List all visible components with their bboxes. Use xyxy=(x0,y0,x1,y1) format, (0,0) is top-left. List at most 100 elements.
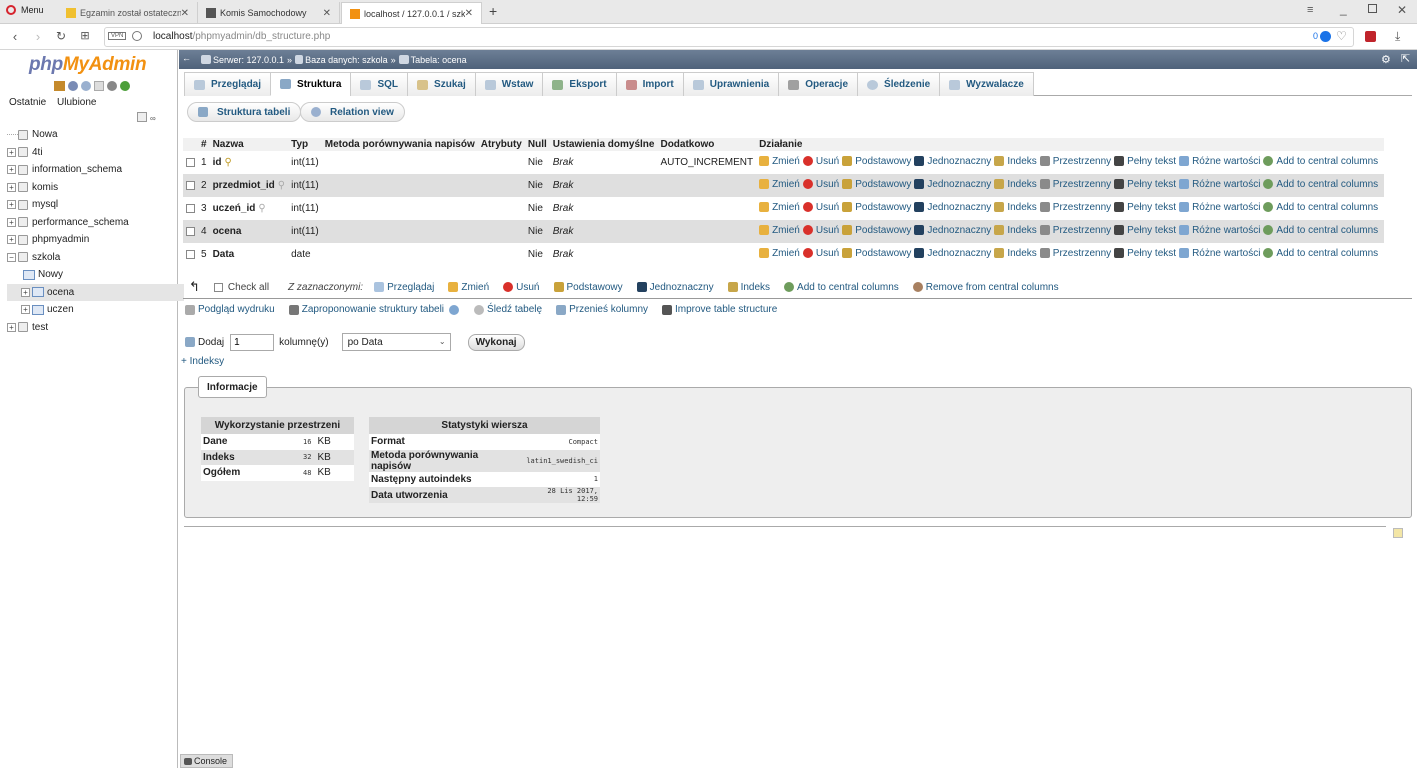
expand-icon[interactable]: + xyxy=(7,165,16,175)
help-icon[interactable] xyxy=(449,304,460,315)
add-column-position-select[interactable]: po Data ⌄ xyxy=(341,333,451,351)
spatial-link[interactable]: Przestrzenny xyxy=(1039,248,1111,259)
track-table-link[interactable]: Śledź tabelę xyxy=(474,304,542,315)
minimize-icon[interactable]: _ xyxy=(1340,2,1347,16)
distinct-values-link[interactable]: Różne wartości xyxy=(1179,225,1260,236)
expand-icon[interactable]: + xyxy=(21,305,30,315)
drop-link[interactable]: Usuń xyxy=(802,202,839,213)
move-columns-link[interactable]: Przenieś kolumny xyxy=(556,304,648,315)
new-tab-plus-icon[interactable]: + xyxy=(489,3,497,19)
close-window-icon[interactable]: ✕ xyxy=(1397,3,1407,17)
tree-db-information-schema[interactable]: + information_schema xyxy=(7,161,177,179)
maximize-icon[interactable] xyxy=(1368,4,1377,13)
phpmyadmin-logo[interactable]: phpMyAdmin xyxy=(29,54,147,76)
index-link[interactable]: Indeks xyxy=(994,248,1037,259)
index-link[interactable]: Indeks xyxy=(994,202,1037,213)
primary-link[interactable]: Podstawowy xyxy=(842,179,911,190)
back-icon[interactable]: ‹ xyxy=(7,29,23,44)
bulk-primary-button[interactable]: Podstawowy xyxy=(553,282,623,293)
index-link[interactable]: Indeks xyxy=(994,225,1037,236)
expand-icon[interactable]: + xyxy=(7,217,16,227)
add-central-columns-link[interactable]: Add to central columns xyxy=(1263,225,1378,236)
close-tab-icon[interactable]: ✕ xyxy=(323,8,331,19)
console-toggle[interactable]: Console xyxy=(180,754,233,768)
reload-nav-icon[interactable] xyxy=(120,81,130,91)
header-name[interactable]: Nazwa xyxy=(209,138,289,151)
indexes-toggle-link[interactable]: + Indeksy xyxy=(181,356,224,367)
favorites-tab[interactable]: Ulubione xyxy=(57,97,96,108)
tree-db-mysql[interactable]: + mysql xyxy=(7,196,177,214)
change-link[interactable]: Zmień xyxy=(759,179,800,190)
breadcrumb-server[interactable]: Serwer: 127.0.0.1 xyxy=(213,55,284,65)
drop-link[interactable]: Usuń xyxy=(802,248,839,259)
breadcrumb-database[interactable]: Baza danych: szkola xyxy=(305,55,388,65)
change-link[interactable]: Zmień xyxy=(759,156,800,167)
tree-db-komis[interactable]: + komis xyxy=(7,179,177,197)
forward-icon[interactable]: › xyxy=(30,29,46,44)
add-central-columns-link[interactable]: Add to central columns xyxy=(1263,156,1378,167)
browser-tab-phpmyadmin[interactable]: localhost / 127.0.0.1 / szk ✕ xyxy=(341,2,482,24)
tree-new-database[interactable]: Nowa xyxy=(7,126,177,144)
logout-icon[interactable] xyxy=(68,81,78,91)
add-central-columns-link[interactable]: Add to central columns xyxy=(1263,248,1378,259)
header-attributes[interactable]: Atrybuty xyxy=(477,138,525,151)
close-tab-icon[interactable]: ✕ xyxy=(181,8,189,19)
help-icon[interactable] xyxy=(81,81,91,91)
change-link[interactable]: Zmień xyxy=(759,202,800,213)
settings-gear-icon[interactable]: ⚙ xyxy=(1381,53,1391,66)
drop-link[interactable]: Usuń xyxy=(802,225,839,236)
settings-gear-icon[interactable] xyxy=(107,81,117,91)
close-tab-icon[interactable]: ✕ xyxy=(465,8,473,19)
tree-db-phpmyadmin[interactable]: + phpmyadmin xyxy=(7,231,177,249)
bulk-browse-button[interactable]: Przeglądaj xyxy=(374,282,434,293)
browser-tab-komis[interactable]: Komis Samochodowy ✕ xyxy=(198,2,340,24)
tab-triggers[interactable]: Wyzwalacze xyxy=(939,72,1034,96)
unique-link[interactable]: Jednoznaczny xyxy=(914,202,991,213)
collapse-all-icon[interactable] xyxy=(137,112,147,122)
adblock-icon[interactable] xyxy=(1320,31,1331,42)
add-column-count-input[interactable] xyxy=(230,333,275,351)
print-view-link[interactable]: Podgląd wydruku xyxy=(185,304,275,315)
spatial-link[interactable]: Przestrzenny xyxy=(1039,156,1111,167)
tree-db-test[interactable]: + test xyxy=(7,319,177,337)
spatial-link[interactable]: Przestrzenny xyxy=(1039,225,1111,236)
tab-structure[interactable]: Struktura xyxy=(270,72,352,96)
primary-link[interactable]: Podstawowy xyxy=(842,248,911,259)
unique-link[interactable]: Jednoznaczny xyxy=(914,248,991,259)
go-button[interactable]: Wykonaj xyxy=(467,333,525,351)
add-central-columns-link[interactable]: Add to central columns xyxy=(1263,202,1378,213)
subtab-table-structure[interactable]: Struktura tabeli xyxy=(187,102,302,122)
bookmark-heart-icon[interactable]: ♡ xyxy=(1336,29,1347,43)
opera-menu-button[interactable]: Menu xyxy=(6,5,44,15)
tree-db-performance-schema[interactable]: + performance_schema xyxy=(7,214,177,232)
tab-import[interactable]: Import xyxy=(615,72,684,96)
propose-structure-link[interactable]: Zaproponowanie struktury tabeli xyxy=(288,304,462,315)
spatial-link[interactable]: Przestrzenny xyxy=(1039,202,1111,213)
distinct-values-link[interactable]: Różne wartości xyxy=(1179,179,1260,190)
expand-icon[interactable]: + xyxy=(7,235,16,245)
reload-icon[interactable]: ↻ xyxy=(53,29,69,43)
tiles-icon[interactable]: ⊞ xyxy=(77,29,93,42)
tab-sql[interactable]: SQL xyxy=(350,72,409,96)
drop-link[interactable]: Usuń xyxy=(802,156,839,167)
spatial-link[interactable]: Przestrzenny xyxy=(1039,179,1111,190)
tab-menu-icon[interactable]: ≡ xyxy=(1307,4,1313,16)
breadcrumb-table[interactable]: Tabela: ocena xyxy=(411,55,467,65)
row-checkbox[interactable] xyxy=(186,249,195,259)
check-all-checkbox[interactable] xyxy=(213,282,223,292)
primary-link[interactable]: Podstawowy xyxy=(842,202,911,213)
docs-icon[interactable] xyxy=(94,81,104,91)
tab-privileges[interactable]: Uprawnienia xyxy=(682,72,780,96)
fulltext-link[interactable]: Pełny tekst xyxy=(1114,179,1176,190)
tab-operations[interactable]: Operacje xyxy=(778,72,859,96)
home-icon[interactable] xyxy=(54,81,65,91)
unique-link[interactable]: Jednoznaczny xyxy=(914,225,991,236)
recent-tab[interactable]: Ostatnie xyxy=(9,97,46,108)
expand-icon[interactable]: + xyxy=(7,147,16,157)
tree-db-szkola[interactable]: − szkola xyxy=(7,249,177,267)
index-link[interactable]: Indeks xyxy=(994,156,1037,167)
distinct-values-link[interactable]: Różne wartości xyxy=(1179,156,1260,167)
header-collation[interactable]: Metoda porównywania napisów xyxy=(321,138,478,151)
subtab-relation-view[interactable]: Relation view xyxy=(300,102,405,122)
distinct-values-link[interactable]: Różne wartości xyxy=(1179,248,1260,259)
